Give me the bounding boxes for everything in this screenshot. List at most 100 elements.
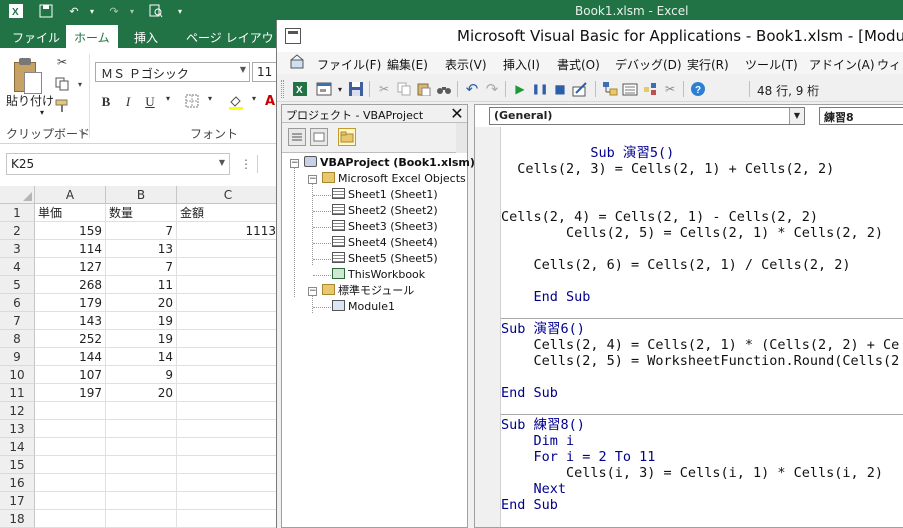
menu-debug[interactable]: デバッグ(D) <box>615 56 682 73</box>
paste-label[interactable]: 貼り付け <box>6 92 54 109</box>
cell-c[interactable]: 金額 <box>177 204 280 222</box>
cell-a[interactable]: 単価 <box>35 204 106 222</box>
customize-qat-icon[interactable]: ▾ <box>172 3 188 19</box>
row-header[interactable]: 9 <box>0 348 35 366</box>
code-line[interactable]: Sub 練習8() <box>501 417 585 433</box>
code-line[interactable]: Next <box>501 481 567 497</box>
cell-c[interactable] <box>177 366 280 384</box>
cell-c[interactable] <box>177 474 280 492</box>
row-header[interactable]: 12 <box>0 402 35 420</box>
cell-a[interactable] <box>35 510 106 528</box>
undo-dropdown-icon[interactable]: ▾ <box>84 3 100 19</box>
save-icon[interactable] <box>38 3 54 19</box>
collapse-icon[interactable]: − <box>308 175 317 184</box>
menu-view[interactable]: 表示(V) <box>445 56 487 73</box>
properties-window-icon[interactable] <box>621 80 639 98</box>
column-header-a[interactable]: A <box>35 186 106 204</box>
cell-b[interactable] <box>106 438 177 456</box>
cell-b[interactable]: 20 <box>106 294 177 312</box>
code-line[interactable]: Sub 演習5() <box>501 145 674 161</box>
cell-c[interactable] <box>177 402 280 420</box>
cell-b[interactable]: 数量 <box>106 204 177 222</box>
cell-a[interactable]: 268 <box>35 276 106 294</box>
row-header[interactable]: 17 <box>0 492 35 510</box>
cell-a[interactable]: 114 <box>35 240 106 258</box>
code-line[interactable]: Cells(2, 6) = Cells(2, 1) / Cells(2, 2) <box>501 257 851 273</box>
print-preview-icon[interactable] <box>148 3 164 19</box>
cell-a[interactable] <box>35 474 106 492</box>
collapse-icon[interactable]: − <box>290 159 299 168</box>
borders-icon[interactable] <box>184 94 200 112</box>
code-line[interactable]: Cells(2, 5) = Cells(2, 1) * Cells(2, 2) <box>501 225 883 241</box>
fill-color-icon[interactable] <box>228 94 244 112</box>
cell-c[interactable] <box>177 438 280 456</box>
tree-node-thisworkbook[interactable]: ThisWorkbook <box>332 267 425 283</box>
tree-node-sheet3[interactable]: Sheet3 (Sheet3) <box>332 219 438 235</box>
format-painter-icon[interactable] <box>54 98 70 114</box>
code-line[interactable]: Cells(2, 4) = Cells(2, 1) - Cells(2, 2) <box>501 209 818 225</box>
object-combo[interactable]: (General) ▼ <box>489 107 805 125</box>
code-line[interactable]: Cells(2, 3) = Cells(2, 1) + Cells(2, 2) <box>501 161 834 177</box>
cell-b[interactable]: 13 <box>106 240 177 258</box>
cell-b[interactable] <box>106 474 177 492</box>
cell-b[interactable] <box>106 492 177 510</box>
view-object-icon[interactable] <box>310 128 328 146</box>
code-line[interactable]: End Sub <box>501 497 558 513</box>
cell-a[interactable] <box>35 438 106 456</box>
cell-b[interactable] <box>106 510 177 528</box>
more-icon[interactable]: ⋮ <box>240 157 252 171</box>
project-scrollbar[interactable] <box>456 123 467 153</box>
code-line[interactable]: End Sub <box>501 385 558 401</box>
tree-node-sheet1[interactable]: Sheet1 (Sheet1) <box>332 187 438 203</box>
vbe-save-icon[interactable] <box>347 80 365 98</box>
cell-a[interactable]: 144 <box>35 348 106 366</box>
code-line[interactable]: Cells(i, 3) = Cells(i, 1) * Cells(i, 2) <box>501 465 883 481</box>
cell-c[interactable] <box>177 312 280 330</box>
row-header[interactable]: 8 <box>0 330 35 348</box>
view-code-icon[interactable] <box>288 128 306 146</box>
bold-button[interactable]: B <box>98 94 114 112</box>
view-excel-icon[interactable]: X <box>291 80 309 98</box>
undo-icon[interactable]: ↶ <box>66 3 82 19</box>
code-margin[interactable] <box>475 127 501 527</box>
cell-b[interactable] <box>106 402 177 420</box>
name-box[interactable]: K25 ▼ <box>6 153 230 175</box>
help-icon[interactable]: ? <box>689 80 707 98</box>
cell-a[interactable]: 107 <box>35 366 106 384</box>
menu-addins[interactable]: アドイン(A) <box>809 56 875 73</box>
tree-node-sheet2[interactable]: Sheet2 (Sheet2) <box>332 203 438 219</box>
cell-a[interactable] <box>35 402 106 420</box>
cell-b[interactable]: 7 <box>106 222 177 240</box>
row-header[interactable]: 3 <box>0 240 35 258</box>
find-icon[interactable] <box>435 80 453 98</box>
row-header[interactable]: 13 <box>0 420 35 438</box>
cell-a[interactable]: 127 <box>35 258 106 276</box>
run-icon[interactable]: ▶ <box>511 80 529 98</box>
row-header[interactable]: 16 <box>0 474 35 492</box>
cell-a[interactable]: 252 <box>35 330 106 348</box>
clipboard-launcher-icon[interactable]: ↘ <box>78 128 86 138</box>
project-explorer-icon[interactable] <box>601 80 619 98</box>
copy-icon[interactable] <box>395 80 413 98</box>
menu-tools[interactable]: ツール(T) <box>745 56 798 73</box>
cell-c[interactable] <box>177 294 280 312</box>
object-browser-icon[interactable] <box>641 80 659 98</box>
cell-c[interactable] <box>177 384 280 402</box>
code-editor[interactable]: Sub 演習5() Cells(2, 3) = Cells(2, 1) + Ce… <box>501 127 903 527</box>
menu-file[interactable]: ファイル(F) <box>317 56 381 73</box>
italic-button[interactable]: I <box>120 94 136 112</box>
cell-c[interactable] <box>177 456 280 474</box>
row-header[interactable]: 10 <box>0 366 35 384</box>
redo-icon[interactable]: ↷ <box>483 80 501 98</box>
tree-node-sheet4[interactable]: Sheet4 (Sheet4) <box>332 235 438 251</box>
toolbox-icon[interactable]: ✂ <box>661 80 679 98</box>
cut-icon[interactable]: ✂ <box>375 80 393 98</box>
paste-icon[interactable] <box>415 80 433 98</box>
font-name-select[interactable]: ＭＳ Ｐゴシック ▼ <box>95 62 250 82</box>
tab-home[interactable]: ホーム <box>66 25 118 48</box>
row-header[interactable]: 6 <box>0 294 35 312</box>
tree-node-project[interactable]: VBAProject (Book1.xlsm) <box>304 155 475 171</box>
cell-a[interactable]: 143 <box>35 312 106 330</box>
paste-dropdown-icon[interactable]: ▾ <box>40 108 44 117</box>
menu-window[interactable]: ウィン <box>877 56 903 73</box>
